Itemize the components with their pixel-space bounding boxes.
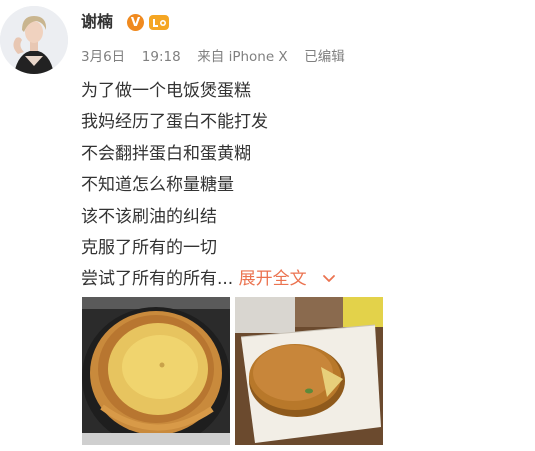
expand-label[interactable]: 展开全文	[239, 269, 307, 289]
post-line: 我妈经历了蛋白不能打发	[81, 112, 268, 133]
expand-full-text-link[interactable]: 展开全文	[239, 269, 336, 289]
sliced-cake-on-paper-icon	[235, 297, 383, 445]
post-meta: 3月6日 19:18 来自 iPhone X 已编辑	[81, 48, 345, 66]
weibo-post: 谢楠 V 3月6日 19:18 来自 iPhone X 已编辑 为了做一个电饭煲…	[0, 0, 535, 451]
post-line: 克服了所有的一切	[81, 237, 217, 258]
edited-label[interactable]: 已编辑	[304, 48, 345, 66]
avatar[interactable]	[0, 6, 68, 74]
post-image-2[interactable]	[235, 297, 383, 445]
post-text: 为了做一个电饭煲蛋糕 我妈经历了蛋白不能打发 不会翻拌蛋白和蛋黄糊 不知道怎么称…	[81, 76, 336, 296]
post-line: 尝试了所有的所有...	[81, 269, 234, 290]
post-time[interactable]: 19:18	[142, 48, 181, 66]
post-date[interactable]: 3月6日	[81, 48, 125, 66]
post-line: 不知道怎么称量糖量	[81, 175, 234, 196]
post-source[interactable]: 来自 iPhone X	[197, 48, 287, 66]
verified-icon[interactable]: V	[127, 14, 144, 31]
user-avatar-icon	[0, 6, 68, 74]
member-level-icon[interactable]	[148, 13, 170, 32]
post-line: 为了做一个电饭煲蛋糕	[81, 81, 251, 101]
user-name[interactable]: 谢楠	[81, 12, 113, 32]
post-line: 该不该刷油的纠结	[81, 206, 217, 227]
post-line-last: 尝试了所有的所有... 展开全文	[81, 264, 336, 295]
cake-in-rice-cooker-icon	[82, 297, 230, 445]
post-image-1[interactable]	[82, 297, 230, 445]
chevron-down-icon[interactable]	[322, 274, 336, 284]
post-line: 不会翻拌蛋白和蛋黄糊	[81, 143, 251, 164]
